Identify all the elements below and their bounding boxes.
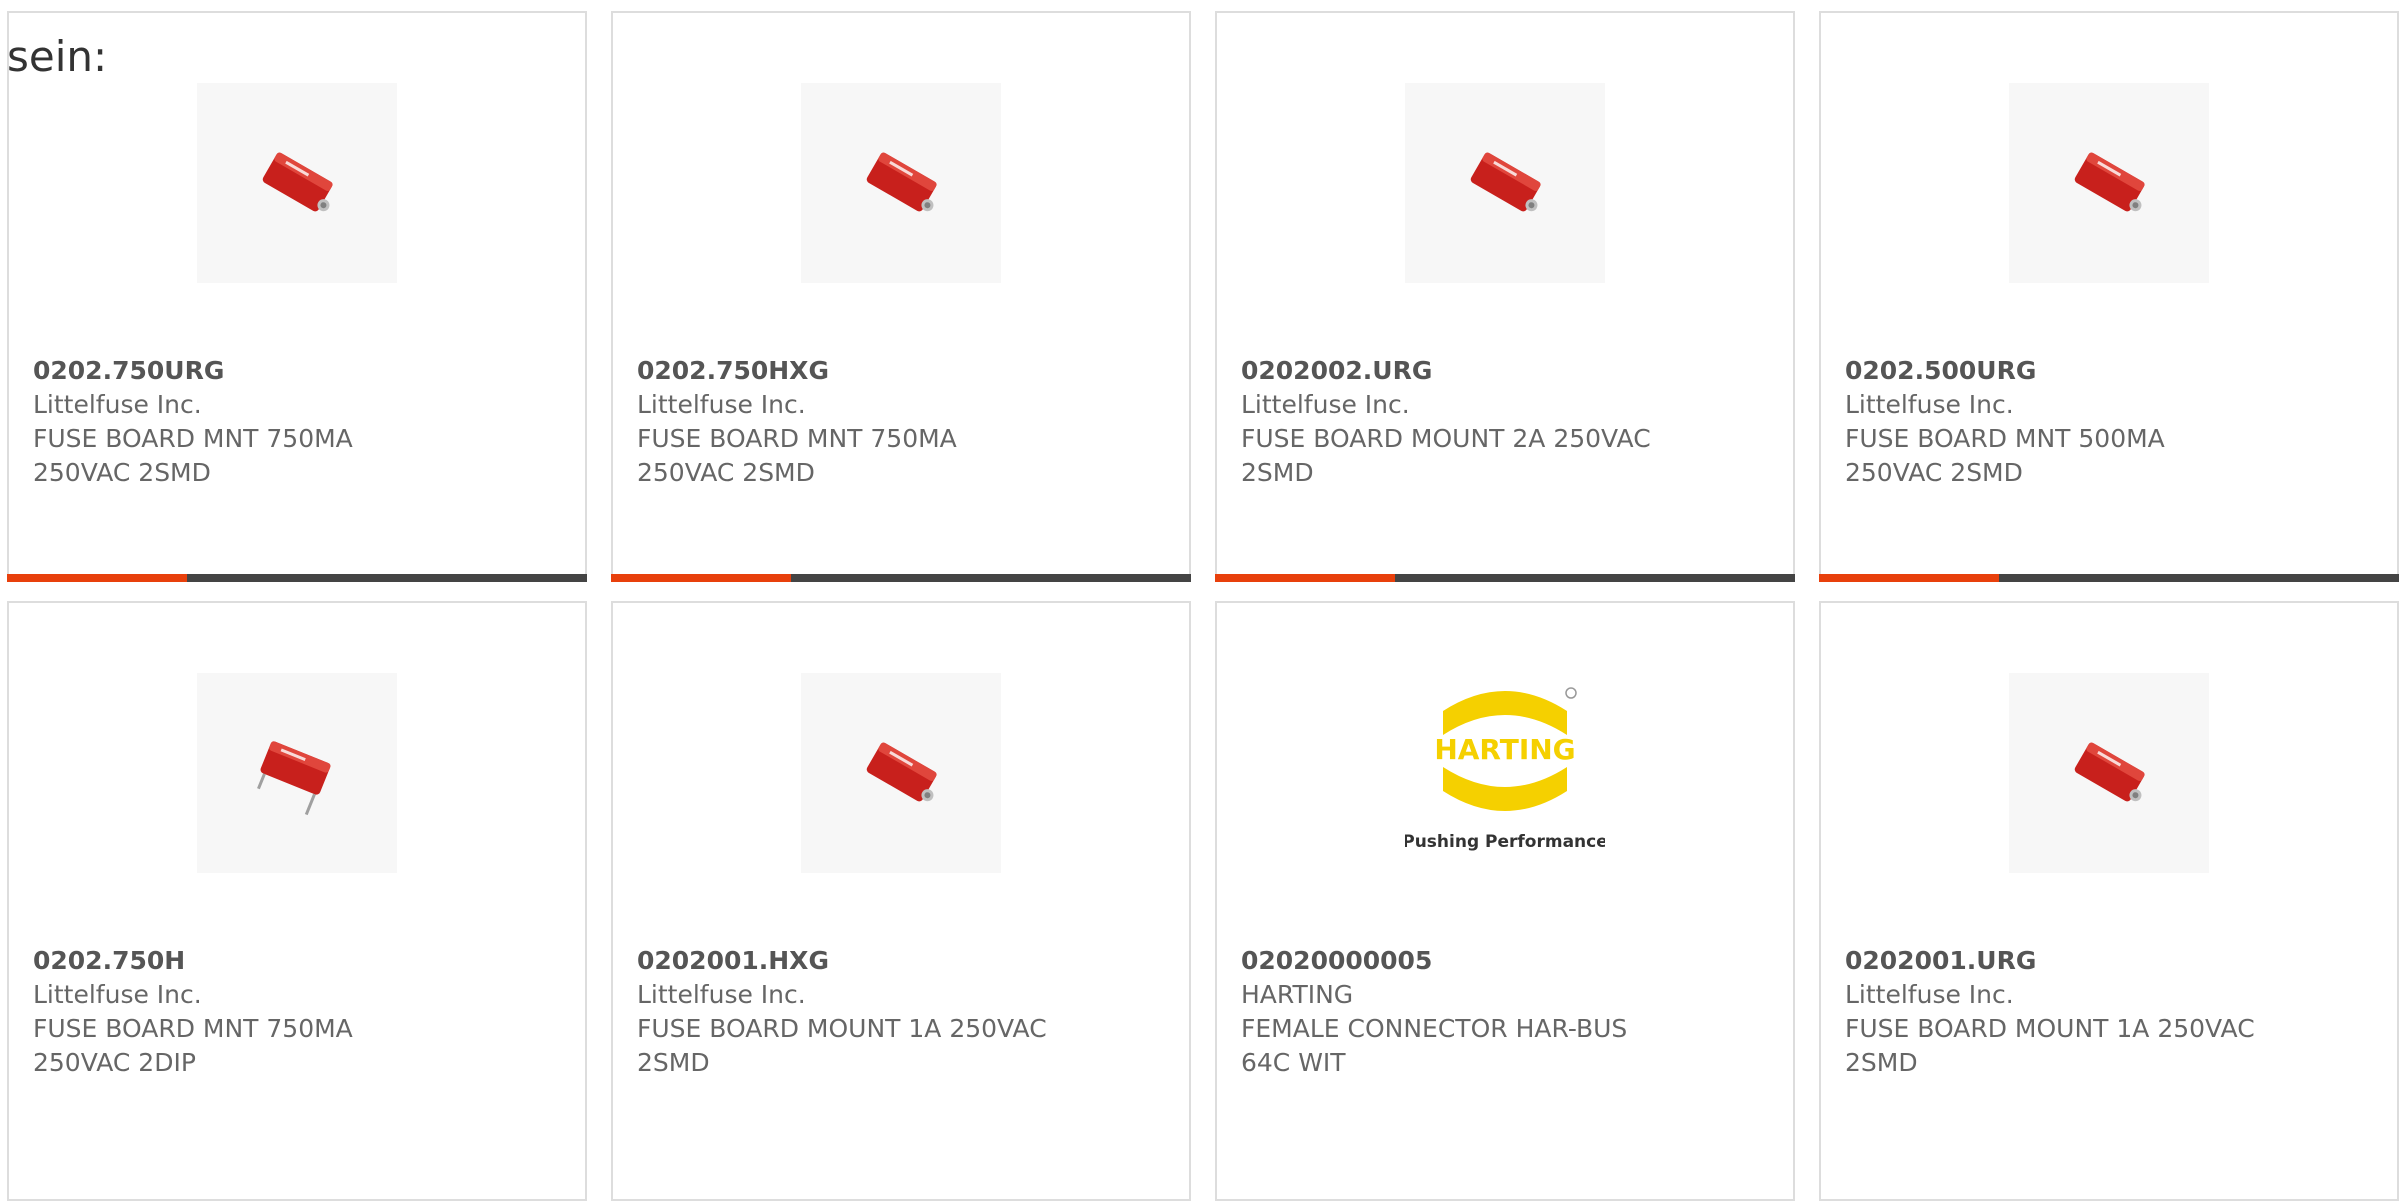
progress-bar xyxy=(1215,574,1795,582)
product-info: 0202001.URG Littelfuse Inc. FUSE BOARD M… xyxy=(1845,944,2345,1080)
fuse-image xyxy=(2074,742,2145,802)
product-info: 0202.750H Littelfuse Inc. FUSE BOARD MNT… xyxy=(33,944,533,1080)
fuse-image xyxy=(866,742,937,802)
part-number[interactable]: 0202001.URG xyxy=(1845,944,2345,978)
product-info: 0202002.URG Littelfuse Inc. FUSE BOARD M… xyxy=(1241,354,1741,490)
product-image[interactable] xyxy=(2009,673,2209,873)
manufacturer: Littelfuse Inc. xyxy=(637,980,806,1009)
fuse-image xyxy=(866,152,937,212)
manufacturer: HARTING xyxy=(1241,980,1354,1009)
description-line: 250VAC 2SMD xyxy=(637,458,815,487)
description-line: FUSE BOARD MOUNT 2A 250VAC xyxy=(1241,424,1651,453)
progress-bar xyxy=(611,574,1191,582)
progress-fill xyxy=(611,574,791,582)
product-card[interactable]: 0202.750HXG Littelfuse Inc. FUSE BOARD M… xyxy=(611,11,1191,582)
harting-logo: HARTING Pushing Performance xyxy=(1405,687,1605,852)
part-number[interactable]: 0202001.HXG xyxy=(637,944,1137,978)
part-number[interactable]: 0202.750H xyxy=(33,944,533,978)
product-info: 0202.500URG Littelfuse Inc. FUSE BOARD M… xyxy=(1845,354,2345,490)
manufacturer: Littelfuse Inc. xyxy=(1845,980,2014,1009)
product-image[interactable] xyxy=(1405,83,1605,283)
description-line: FUSE BOARD MOUNT 1A 250VAC xyxy=(637,1014,1047,1043)
part-number[interactable]: 0202.750URG xyxy=(33,354,533,388)
description-line: FUSE BOARD MNT 750MA xyxy=(33,424,353,453)
product-card[interactable]: HARTING Pushing Performance 02020000005 … xyxy=(1215,601,1795,1201)
progress-fill xyxy=(1215,574,1395,582)
manufacturer: Littelfuse Inc. xyxy=(33,390,202,419)
product-image[interactable] xyxy=(801,673,1001,873)
description-line: 2SMD xyxy=(637,1048,710,1077)
product-image[interactable] xyxy=(801,83,1001,283)
product-card[interactable]: 0202001.URG Littelfuse Inc. FUSE BOARD M… xyxy=(1819,601,2399,1201)
description-line: 250VAC 2DIP xyxy=(33,1048,196,1077)
description-line: FUSE BOARD MNT 750MA xyxy=(637,424,957,453)
product-card[interactable]: 0202001.HXG Littelfuse Inc. FUSE BOARD M… xyxy=(611,601,1191,1201)
description-line: 250VAC 2SMD xyxy=(1845,458,2023,487)
product-image[interactable] xyxy=(197,673,397,873)
fuse-image xyxy=(1470,152,1541,212)
logo-tagline: Pushing Performance xyxy=(1405,832,1605,852)
product-image[interactable]: HARTING Pushing Performance xyxy=(1405,673,1605,873)
product-image[interactable] xyxy=(197,83,397,283)
fuse-image xyxy=(2074,152,2145,212)
progress-bar xyxy=(1819,574,2399,582)
logo-text: HARTING xyxy=(1434,733,1575,766)
description-line: 2SMD xyxy=(1845,1048,1918,1077)
part-number[interactable]: 0202002.URG xyxy=(1241,354,1741,388)
product-grid: 0202.750URG Littelfuse Inc. FUSE BOARD M… xyxy=(0,0,2400,1201)
manufacturer: Littelfuse Inc. xyxy=(1845,390,2014,419)
product-info: 0202.750URG Littelfuse Inc. FUSE BOARD M… xyxy=(33,354,533,490)
progress-bar xyxy=(7,574,587,582)
product-card[interactable]: 0202.500URG Littelfuse Inc. FUSE BOARD M… xyxy=(1819,11,2399,582)
description-line: 2SMD xyxy=(1241,458,1314,487)
progress-fill xyxy=(7,574,187,582)
description-line: FUSE BOARD MNT 750MA xyxy=(33,1014,353,1043)
product-info: 0202.750HXG Littelfuse Inc. FUSE BOARD M… xyxy=(637,354,1137,490)
fuse-image xyxy=(262,152,333,212)
intro-text: sein: xyxy=(7,32,108,81)
progress-fill xyxy=(1819,574,1999,582)
description-line: 250VAC 2SMD xyxy=(33,458,211,487)
product-info: 02020000005 HARTING FEMALE CONNECTOR HAR… xyxy=(1241,944,1741,1080)
description-line: FUSE BOARD MNT 500MA xyxy=(1845,424,2165,453)
product-card[interactable]: 0202.750URG Littelfuse Inc. FUSE BOARD M… xyxy=(7,11,587,582)
manufacturer: Littelfuse Inc. xyxy=(33,980,202,1009)
fuse-image xyxy=(257,741,331,816)
description-line: 64C WIT xyxy=(1241,1048,1346,1077)
manufacturer: Littelfuse Inc. xyxy=(1241,390,1410,419)
description-line: FUSE BOARD MOUNT 1A 250VAC xyxy=(1845,1014,2255,1043)
product-card[interactable]: 0202002.URG Littelfuse Inc. FUSE BOARD M… xyxy=(1215,11,1795,582)
product-info: 0202001.HXG Littelfuse Inc. FUSE BOARD M… xyxy=(637,944,1137,1080)
description-line: FEMALE CONNECTOR HAR-BUS xyxy=(1241,1014,1628,1043)
product-image[interactable] xyxy=(2009,83,2209,283)
part-number[interactable]: 02020000005 xyxy=(1241,944,1741,978)
part-number[interactable]: 0202.500URG xyxy=(1845,354,2345,388)
manufacturer: Littelfuse Inc. xyxy=(637,390,806,419)
product-card[interactable]: 0202.750H Littelfuse Inc. FUSE BOARD MNT… xyxy=(7,601,587,1201)
part-number[interactable]: 0202.750HXG xyxy=(637,354,1137,388)
